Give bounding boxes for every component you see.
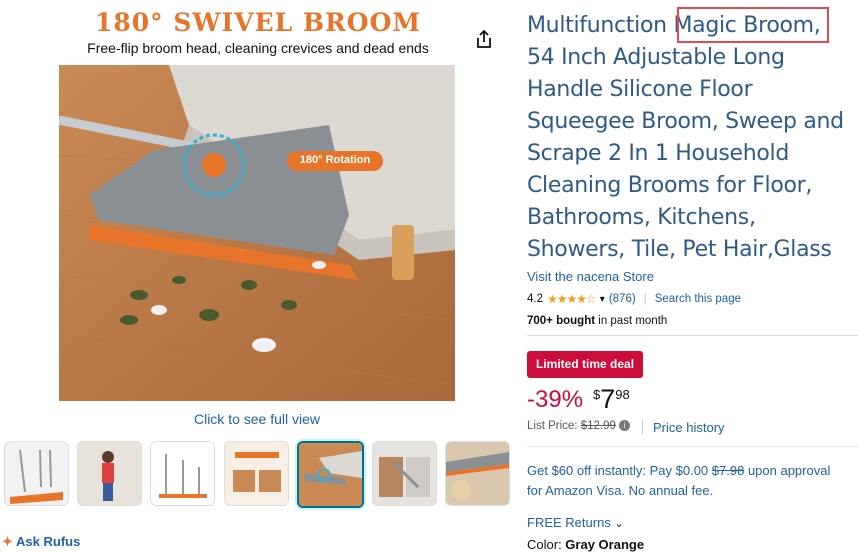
visa-offer-link[interactable]: Get $60 off instantly: Pay $0.00 $7.98 u… (527, 461, 837, 501)
separator (642, 420, 643, 434)
chevron-down-icon: ⌄ (614, 518, 624, 530)
limited-deal-badge: Limited time deal (527, 351, 644, 378)
price-history-link[interactable]: Price history (653, 420, 725, 435)
chevron-down-icon[interactable]: ▾ (600, 294, 605, 305)
separator: | (643, 293, 647, 305)
rating-value: 4.2 (527, 293, 543, 305)
title-part-end: 54 Inch Adjustable Long Handle Silicone … (527, 45, 844, 262)
discount-percent: -39% (527, 386, 584, 413)
color-value: Gray Orange (565, 537, 645, 552)
free-returns-link[interactable]: FREE Returns ⌄ (527, 515, 624, 530)
see-full-view-link[interactable]: Click to see full view (59, 411, 455, 427)
hero-title: 180° SWIVEL BROOM (94, 8, 422, 37)
price: $798 (593, 384, 630, 415)
product-title: Multifunction Magic Broom, 54 Inch Adjus… (527, 10, 852, 266)
store-link[interactable]: Visit the nacena Store (527, 269, 654, 284)
bought-count: 700+ bought in past month (527, 315, 667, 327)
rufus-label: Ask Rufus (16, 534, 81, 549)
bought-bold: 700+ bought (527, 315, 596, 327)
rotation-label: 180° Rotation (299, 154, 371, 166)
bought-rest: in past month (595, 315, 668, 327)
color-label: Color: (527, 537, 566, 552)
star-rating-icon[interactable]: ★★★★☆ (547, 292, 597, 306)
thumbnail-4[interactable] (224, 441, 289, 506)
thumbnail-1[interactable] (4, 441, 69, 506)
thumbnail-5-selected[interactable] (297, 441, 364, 508)
price-fraction: 98 (615, 387, 630, 402)
rufus-icon: ✦ (2, 534, 13, 549)
hero-subtitle: Free-flip broom head, cleaning crevices … (87, 40, 429, 56)
offer-struck-price: $7.98 (711, 463, 745, 478)
offer-text: Get $60 off instantly: Pay $0.00 (527, 463, 712, 478)
title-part-start: Multifunction (527, 13, 674, 38)
rating-row: 4.2 ★★★★☆ ▾ (876) | Search this page (527, 292, 741, 306)
list-price-label: List Price: (527, 420, 581, 432)
thumbnail-7[interactable] (445, 441, 510, 506)
search-page-link[interactable]: Search this page (655, 293, 741, 305)
share-icon[interactable] (473, 28, 495, 50)
highlight-box (677, 7, 829, 43)
main-product-image[interactable]: 180° Rotation (59, 65, 455, 401)
divider (527, 335, 858, 336)
divider (527, 446, 858, 447)
ask-rufus-button[interactable]: ✦ Ask Rufus (2, 534, 80, 550)
returns-label: FREE Returns (527, 515, 611, 530)
price-currency: $ (593, 387, 601, 402)
thumbnail-6[interactable] (372, 441, 437, 506)
price-whole: 7 (600, 384, 616, 414)
thumbnail-2[interactable] (77, 441, 142, 506)
info-icon[interactable]: i (619, 420, 631, 432)
review-count-link[interactable]: (876) (609, 293, 636, 305)
list-price-value: $12.99 (580, 420, 616, 432)
list-price: List Price: $12.99 i (527, 420, 631, 432)
thumbnail-3[interactable] (150, 441, 215, 506)
color-selection: Color: Gray Orange (527, 537, 644, 552)
